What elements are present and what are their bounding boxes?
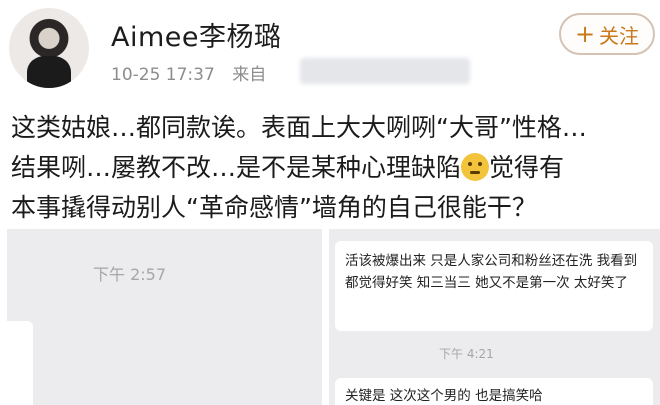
post-text: 这类姑娘…都同款诶。表面上大大咧咧“大哥”性格… 结果咧…屡教不改…是不是某种心… [11, 108, 651, 228]
follow-label: 关注 [599, 23, 640, 48]
follow-button[interactable]: + 关注 [559, 13, 655, 55]
post-time: 10-25 17:37 [111, 65, 215, 85]
blurred-source [300, 58, 470, 84]
chat-timestamp: 下午 4:21 [439, 347, 494, 361]
chat-bubble: 活该被爆出来 只是人家公司和粉丝还在洗 我看到都觉得好笑 知三当三 她又不是第一… [335, 241, 653, 331]
post-image-1[interactable]: 下午 2:57 [7, 229, 322, 405]
post-source-prefix: 来自 [232, 65, 267, 85]
chat-bubble: 关键是 这次这个男的 也是搞笑哈 [335, 378, 653, 405]
post-image-2[interactable]: 活该被爆出来 只是人家公司和粉丝还在洗 我看到都觉得好笑 知三当三 她又不是第一… [329, 229, 660, 405]
chat-bubble [7, 321, 33, 405]
post-line-3: 本事撬得动别人“革命感情”墙角的自己很能干？ [11, 193, 537, 222]
post-line-2: 结果咧…屡教不改…是不是某种心理缺陷 觉得有 [11, 153, 565, 182]
plus-icon: + [574, 20, 596, 48]
post-meta: 10-25 17:37 来自 [111, 60, 266, 85]
chat-timestamp: 下午 2:57 [93, 265, 167, 284]
thinking-face-icon [461, 153, 490, 181]
user-name[interactable]: Aimee李杨璐 [111, 15, 282, 54]
post-line-1: 这类姑娘…都同款诶。表面上大大咧咧“大哥”性格… [11, 113, 587, 142]
avatar[interactable] [9, 8, 89, 88]
